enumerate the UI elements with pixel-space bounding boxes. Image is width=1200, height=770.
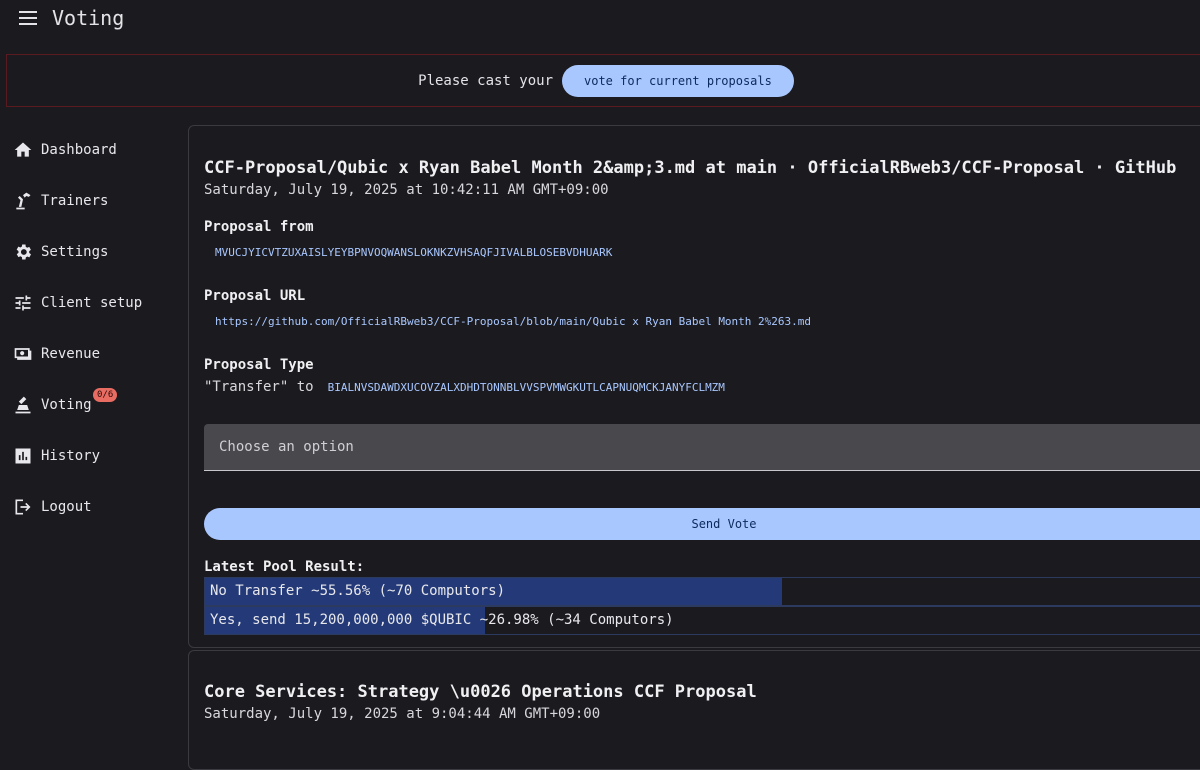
home-icon	[14, 142, 32, 157]
sidebar-item-label: Client setup	[41, 294, 143, 311]
proposal-type-row: "Transfer" to BIALNVSDAWDXUCOVZALXDHDTONN…	[204, 379, 725, 395]
top-app-bar: Voting	[0, 0, 1200, 42]
proposal-title: CCF-Proposal/Qubic x Ryan Babel Month 2&…	[204, 158, 1177, 178]
banner-text: Please cast your	[418, 72, 553, 89]
pool-result-row: No Transfer ~55.56% (~70 Computors)	[204, 577, 1200, 606]
vote-reminder-banner: Please cast your vote for current propos…	[6, 54, 1200, 107]
proposal-date: Saturday, July 19, 2025 at 10:42:11 AM G…	[204, 182, 609, 198]
sidebar-item-label: Settings	[41, 243, 109, 260]
sidebar-item-revenue[interactable]: Revenue	[0, 328, 180, 379]
send-vote-button[interactable]: Send Vote	[204, 508, 1200, 540]
transfer-destination-address[interactable]: BIALNVSDAWDXUCOVZALXDHDTONNBLVVSPVMWGKUT…	[328, 381, 725, 394]
pool-result-text: No Transfer ~55.56% (~70 Computors)	[210, 583, 506, 599]
sidebar-item-settings[interactable]: Settings	[0, 226, 180, 277]
proposal-type-label: Proposal Type	[204, 357, 314, 373]
ballot-icon	[15, 396, 31, 413]
sidebar-item-label: Logout	[41, 498, 92, 515]
page-title: Voting	[52, 6, 125, 30]
money-icon	[14, 347, 32, 360]
sidebar-item-label: Trainers	[41, 192, 109, 209]
sidebar-item-label: Revenue	[41, 345, 101, 362]
sidebar-item-voting[interactable]: Voting 0/6	[0, 379, 180, 430]
hamburger-menu-icon[interactable]	[19, 11, 37, 25]
sidebar-item-dashboard[interactable]: Dashboard	[0, 124, 180, 175]
select-placeholder: Choose an option	[219, 439, 354, 455]
gear-icon	[16, 244, 32, 259]
proposal-date: Saturday, July 19, 2025 at 9:04:44 AM GM…	[204, 706, 601, 722]
proposal-title: Core Services: Strategy \u0026 Operation…	[204, 682, 757, 702]
sidebar-item-logout[interactable]: Logout	[0, 481, 180, 532]
proposal-from-label: Proposal from	[204, 219, 314, 235]
proposal-url-label: Proposal URL	[204, 288, 306, 304]
sidebar-item-client-setup[interactable]: Client setup	[0, 277, 180, 328]
sidebar-item-label: History	[41, 447, 101, 464]
pool-result-label: Latest Pool Result:	[204, 559, 365, 575]
logout-icon	[15, 499, 31, 514]
vote-current-proposals-button[interactable]: vote for current proposals	[562, 64, 794, 97]
proposal-url-link[interactable]: https://github.com/OfficialRBweb3/CCF-Pr…	[215, 315, 811, 328]
vote-option-select[interactable]: Choose an option	[204, 424, 1200, 471]
robot-arm-icon	[16, 192, 31, 209]
sidebar-item-label: Voting	[41, 396, 92, 413]
pool-result-text: Yes, send 15,200,000,000 $QUBIC ~26.98% …	[210, 612, 674, 628]
bar-chart-icon	[15, 448, 31, 463]
proposal-type-text: "Transfer" to	[204, 379, 314, 395]
sidebar-item-label: Dashboard	[41, 141, 117, 158]
voting-count-badge: 0/6	[93, 388, 118, 402]
sidebar-item-trainers[interactable]: Trainers	[0, 175, 180, 226]
proposal-from-address[interactable]: MVUCJYICVTZUXAISLYEYBPNVOQWANSLOKNKZVHSA…	[215, 246, 612, 259]
sidebar: Dashboard Trainers Settings Client setup…	[0, 124, 180, 532]
sidebar-item-history[interactable]: History	[0, 430, 180, 481]
proposal-card: Core Services: Strategy \u0026 Operation…	[188, 650, 1200, 770]
tune-sliders-icon	[15, 295, 31, 310]
proposal-card: CCF-Proposal/Qubic x Ryan Babel Month 2&…	[188, 125, 1200, 648]
pool-result-row: Yes, send 15,200,000,000 $QUBIC ~26.98% …	[204, 606, 1200, 635]
